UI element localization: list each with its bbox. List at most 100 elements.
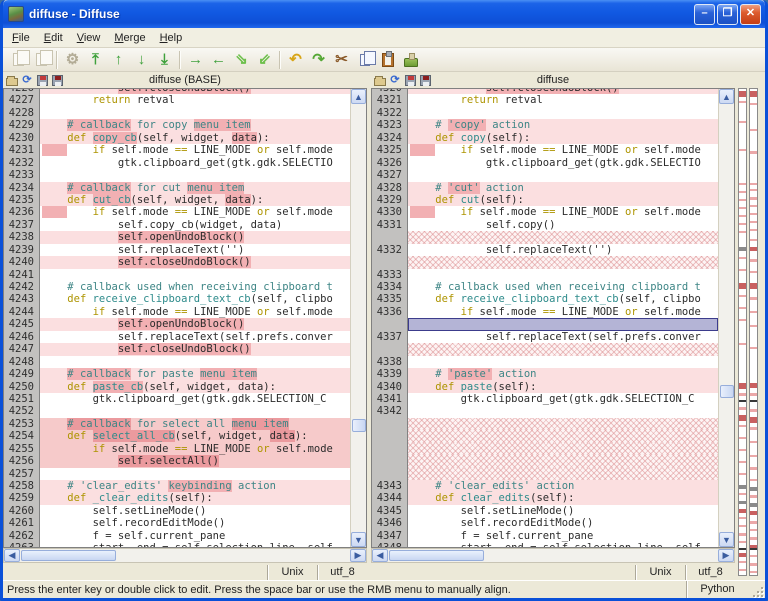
next-difference-icon[interactable]: ↓	[130, 49, 153, 71]
undo-icon[interactable]: ↶	[284, 49, 307, 71]
code-line[interactable]: 4338	[372, 355, 718, 369]
resize-grip[interactable]	[750, 584, 764, 598]
code-line[interactable]: 4259 def _clear_edits(self):	[4, 492, 350, 505]
scroll-right-icon[interactable]: ▶	[718, 549, 734, 562]
code-line[interactable]: 4242 # callback used when receiving clip…	[4, 281, 350, 294]
code-line[interactable]: 4236 if self.mode == LINE_MODE or self.m…	[4, 206, 350, 219]
previous-difference-icon[interactable]: ↑	[107, 49, 130, 71]
redo-icon[interactable]: ↷	[307, 49, 330, 71]
code-line[interactable]: 4232 gtk.clipboard_get(gtk.gdk.SELECTIO	[4, 156, 350, 170]
code-line[interactable]: 4340 def paste(self):	[372, 380, 718, 393]
code-line[interactable]: 4245 self.openUndoBlock()	[4, 318, 350, 331]
alignment-gap-row[interactable]	[372, 417, 718, 431]
maximize-button[interactable]: ❒	[717, 3, 738, 25]
code-line[interactable]: 4347 f = self.current_pane	[372, 529, 718, 543]
code-line[interactable]: 4260 self.setLineMode()	[4, 504, 350, 518]
code-line[interactable]: 4227 return retval	[4, 94, 350, 107]
alignment-gap-row[interactable]	[372, 430, 718, 443]
code-line[interactable]: 4231 if self.mode == LINE_MODE or self.m…	[4, 144, 350, 157]
scroll-up-icon[interactable]: ▲	[351, 89, 366, 104]
code-line[interactable]: 4238 self.openUndoBlock()	[4, 231, 350, 244]
menu-merge[interactable]: Merge	[107, 30, 152, 46]
code-line[interactable]: 4345 self.setLineMode()	[372, 504, 718, 518]
code-line[interactable]: 4337 self.replaceText(self.prefs.conver	[372, 330, 718, 344]
code-line[interactable]: 4326 gtk.clipboard_get(gtk.gdk.SELECTIO	[372, 156, 718, 170]
code-line[interactable]: 4228	[4, 106, 350, 120]
code-line[interactable]: 4247 self.closeUndoBlock()	[4, 343, 350, 356]
code-line[interactable]: 4249 # callback for paste menu item	[4, 368, 350, 381]
code-line[interactable]: 4329 def cut(self):	[372, 193, 718, 207]
scrollbar-thumb[interactable]	[352, 419, 366, 432]
code-line[interactable]: 4258 # 'clear_edits' keybinding action	[4, 480, 350, 493]
code-line[interactable]: 4343 # 'clear_edits' action	[372, 480, 718, 493]
diff-map-left-column[interactable]	[738, 88, 747, 576]
copy-selection-left-icon[interactable]: ←	[207, 49, 230, 71]
code-line[interactable]: 4229 # callback for copy menu item	[4, 119, 350, 132]
last-difference-icon[interactable]: ⤓	[153, 49, 176, 71]
code-line[interactable]: 4261 self.recordEditMode()	[4, 517, 350, 530]
alignment-gap-row[interactable]	[372, 256, 718, 269]
scroll-left-icon[interactable]: ◀	[372, 549, 388, 562]
new-3way-merge-icon[interactable]	[30, 49, 53, 71]
code-line[interactable]: 4248	[4, 355, 350, 369]
code-line[interactable]: 4237 self.copy_cb(widget, data)	[4, 218, 350, 232]
code-line[interactable]: 4256 self.selectAll()	[4, 455, 350, 468]
code-line[interactable]: 4324 def copy(self):	[372, 131, 718, 145]
scrollbar-thumb[interactable]	[21, 550, 116, 561]
code-line[interactable]: 4240 self.closeUndoBlock()	[4, 256, 350, 269]
right-code-view[interactable]: 4320 self.closeUndoBlock()4321 return re…	[372, 89, 718, 547]
scroll-down-icon[interactable]: ▼	[351, 532, 366, 547]
code-line[interactable]: 4346 self.recordEditMode()	[372, 517, 718, 530]
scroll-up-icon[interactable]: ▲	[719, 89, 734, 104]
code-line[interactable]: 4253 # callback for select all menu item	[4, 417, 350, 431]
code-line[interactable]: 4235 def cut_cb(self, widget, data):	[4, 193, 350, 207]
left-horizontal-scrollbar[interactable]: ◀ ▶	[3, 548, 367, 563]
code-line[interactable]: 4335 def receive_clipboard_text_cb(self,…	[372, 293, 718, 306]
code-line[interactable]: 4325 if self.mode == LINE_MODE or self.m…	[372, 144, 718, 157]
code-line[interactable]: 4348 start, end = self.selection_line, s…	[372, 542, 718, 547]
code-line[interactable]: 4230 def copy_cb(self, widget, data):	[4, 131, 350, 145]
code-line[interactable]: 4255 if self.mode == LINE_MODE or self.m…	[4, 442, 350, 456]
code-line[interactable]: 4241	[4, 268, 350, 281]
menu-help[interactable]: Help	[153, 30, 190, 46]
code-line[interactable]: 4244 if self.mode == LINE_MODE or self.m…	[4, 305, 350, 319]
code-line[interactable]: 4239 self.replaceText('')	[4, 243, 350, 257]
code-line[interactable]: 4254 def select_all_cb(self, widget, dat…	[4, 430, 350, 443]
code-line[interactable]: 4331 self.copy()	[372, 218, 718, 232]
scrollbar-thumb[interactable]	[389, 550, 484, 561]
menu-file[interactable]: File	[5, 30, 37, 46]
code-line[interactable]: 4234 # callback for cut menu item	[4, 181, 350, 194]
code-line[interactable]: 4332 self.replaceText('')	[372, 243, 718, 257]
code-line[interactable]: 4252	[4, 405, 350, 418]
code-line[interactable]: 4323 # 'copy' action	[372, 119, 718, 132]
left-code-view[interactable]: 4226 self.closeUndoBlock()4227 return re…	[4, 89, 350, 547]
code-line[interactable]: 4322	[372, 106, 718, 120]
clear-edits-icon[interactable]	[399, 49, 422, 71]
new-2way-merge-icon[interactable]	[7, 49, 30, 71]
code-line[interactable]: 4321 return retval	[372, 94, 718, 107]
code-line[interactable]: 4336 if self.mode == LINE_MODE or self.m…	[372, 305, 718, 319]
alignment-gap-row[interactable]	[372, 343, 718, 356]
code-line[interactable]: 4327	[372, 169, 718, 182]
right-horizontal-scrollbar[interactable]: ◀ ▶	[371, 548, 735, 563]
realign-all-icon[interactable]: ⚙	[61, 49, 84, 71]
code-line[interactable]: 4344 def clear_edits(self):	[372, 492, 718, 505]
alignment-gap-row[interactable]	[372, 442, 718, 456]
code-line[interactable]: 4262 f = self.current_pane	[4, 529, 350, 543]
merge-from-right-icon[interactable]: ⇙	[253, 49, 276, 71]
code-line[interactable]: 4246 self.replaceText(self.prefs.conver	[4, 330, 350, 344]
merge-from-left-icon[interactable]: ⇘	[230, 49, 253, 71]
title-bar[interactable]: diffuse - Diffuse – ❒ ✕	[3, 0, 765, 28]
paste-icon[interactable]	[376, 49, 399, 71]
alignment-gap-row[interactable]	[372, 467, 718, 480]
scroll-left-icon[interactable]: ◀	[4, 549, 20, 562]
code-line[interactable]: 4251 gtk.clipboard_get(gtk.gdk.SELECTION…	[4, 392, 350, 406]
code-line[interactable]: 4250 def paste_cb(self, widget, data):	[4, 380, 350, 393]
selected-gap-row[interactable]	[372, 318, 718, 331]
alignment-gap-row[interactable]	[372, 455, 718, 468]
code-line[interactable]: 4334 # callback used when receiving clip…	[372, 281, 718, 294]
copy-icon[interactable]	[353, 49, 376, 71]
left-vertical-scrollbar[interactable]: ▲ ▼	[350, 89, 366, 547]
code-line[interactable]: 4328 # 'cut' action	[372, 181, 718, 194]
diff-map[interactable]	[735, 88, 765, 580]
